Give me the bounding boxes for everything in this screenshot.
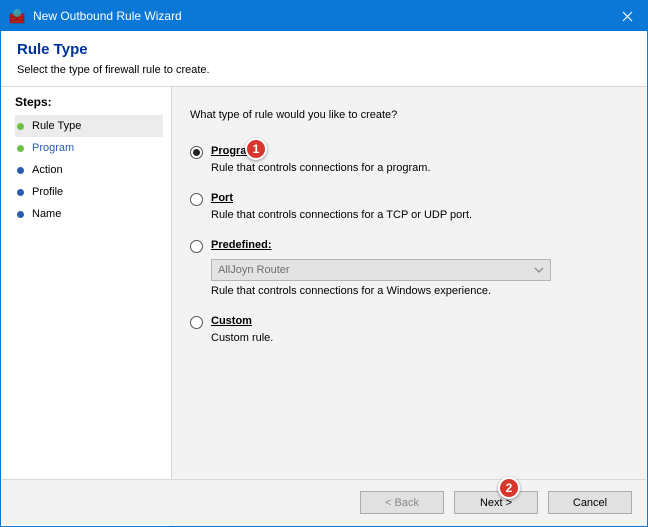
steps-heading: Steps: bbox=[15, 95, 171, 109]
window-close-button[interactable] bbox=[607, 1, 647, 31]
step-bullet-icon bbox=[17, 189, 24, 196]
step-bullet-icon bbox=[17, 123, 24, 130]
back-button[interactable]: < Back bbox=[360, 491, 444, 514]
predefined-dropdown[interactable]: AllJoyn Router bbox=[211, 259, 551, 281]
cancel-button[interactable]: Cancel bbox=[548, 491, 632, 514]
step-item-program[interactable]: Program bbox=[15, 137, 163, 159]
step-item-rule-type: Rule Type bbox=[15, 115, 163, 137]
rule-type-option-custom: Custom Custom rule. bbox=[190, 315, 629, 344]
annotation-callout-1: 1 bbox=[245, 138, 267, 160]
annotation-callout-2: 2 bbox=[498, 477, 520, 499]
rule-type-radio[interactable] bbox=[190, 193, 203, 206]
step-bullet-icon bbox=[17, 211, 24, 218]
option-description: Rule that controls connections for a Win… bbox=[211, 285, 629, 297]
option-description: Custom rule. bbox=[211, 332, 629, 344]
main-panel: What type of rule would you like to crea… bbox=[171, 87, 647, 526]
chevron-down-icon bbox=[534, 265, 544, 278]
steps-sidebar: Steps: Rule Type Program Action Profile Name bbox=[1, 87, 171, 526]
step-bullet-icon bbox=[17, 167, 24, 174]
rule-type-radio[interactable] bbox=[190, 240, 203, 253]
rule-type-option-predefined: Predefined: AllJoyn Router Rule that contr… bbox=[190, 239, 629, 297]
step-bullet-icon bbox=[17, 145, 24, 152]
wizard-window: New Outbound Rule Wizard Rule Type Selec… bbox=[0, 0, 648, 527]
page-subtitle: Select the type of firewall rule to crea… bbox=[17, 64, 631, 76]
step-label: Program bbox=[32, 142, 74, 154]
step-item-action: Action bbox=[15, 159, 163, 181]
step-label: Profile bbox=[32, 186, 63, 198]
main-prompt: What type of rule would you like to crea… bbox=[190, 109, 629, 121]
next-button[interactable]: Next > bbox=[454, 491, 538, 514]
option-description: Rule that controls connections for a TCP… bbox=[211, 209, 629, 221]
window-title: New Outbound Rule Wizard bbox=[33, 9, 607, 23]
step-label: Name bbox=[32, 208, 61, 220]
page-title: Rule Type bbox=[17, 41, 631, 58]
option-label: Custom bbox=[211, 315, 252, 327]
option-label: Predefined: bbox=[211, 239, 272, 251]
rule-type-radio[interactable] bbox=[190, 146, 203, 159]
titlebar: New Outbound Rule Wizard bbox=[1, 1, 647, 31]
step-label: Rule Type bbox=[32, 120, 81, 132]
option-description: Rule that controls connections for a pro… bbox=[211, 162, 629, 174]
rule-type-option-port: Port Rule that controls connections for a… bbox=[190, 192, 629, 221]
step-label: Action bbox=[32, 164, 63, 176]
option-label: Port bbox=[211, 192, 233, 204]
firewall-icon bbox=[9, 8, 25, 24]
wizard-header: Rule Type Select the type of firewall ru… bbox=[1, 31, 647, 87]
step-item-name: Name bbox=[15, 203, 163, 225]
wizard-footer: < Back Next > 2 Cancel bbox=[2, 480, 646, 525]
step-item-profile: Profile bbox=[15, 181, 163, 203]
rule-type-radio[interactable] bbox=[190, 316, 203, 329]
dropdown-value: AllJoyn Router bbox=[218, 264, 290, 276]
close-icon bbox=[622, 11, 633, 22]
